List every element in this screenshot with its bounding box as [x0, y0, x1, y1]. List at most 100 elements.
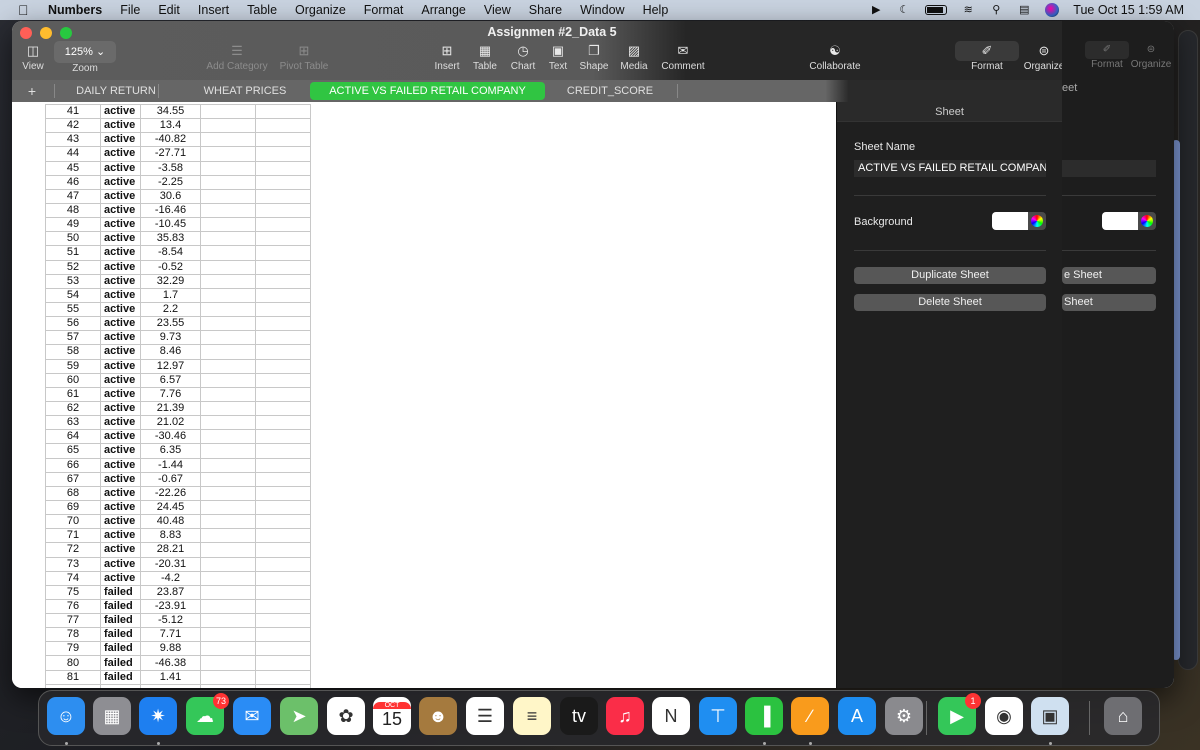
- row-id-cell[interactable]: 47: [45, 188, 101, 204]
- empty-cell[interactable]: [255, 542, 311, 558]
- return-value-cell[interactable]: -10.45: [140, 217, 201, 233]
- control-center-icon[interactable]: ▤: [1017, 3, 1031, 17]
- dock-preview-icon[interactable]: ▣: [1031, 697, 1069, 735]
- status-cell[interactable]: active: [100, 118, 141, 134]
- empty-cell[interactable]: [200, 655, 256, 671]
- row-id-cell[interactable]: 66: [45, 457, 101, 473]
- empty-cell[interactable]: [255, 570, 311, 586]
- dock-mail-icon[interactable]: ✉: [233, 697, 271, 735]
- return-value-cell[interactable]: 12.97: [140, 358, 201, 374]
- empty-cell[interactable]: [255, 132, 311, 148]
- empty-cell[interactable]: [255, 160, 311, 176]
- empty-cell[interactable]: [200, 231, 256, 247]
- zoom-select[interactable]: 125% ⌄: [54, 41, 116, 63]
- empty-cell[interactable]: [255, 457, 311, 473]
- return-value-cell[interactable]: 8.46: [140, 344, 201, 360]
- table-row[interactable]: 47 active 30.6: [45, 188, 311, 204]
- status-cell[interactable]: active: [100, 301, 141, 318]
- empty-cell[interactable]: [255, 415, 311, 431]
- table-row[interactable]: 61 active 7.76: [45, 386, 311, 402]
- chart-button[interactable]: ◷ Chart: [508, 41, 538, 72]
- status-cell[interactable]: active: [100, 570, 141, 586]
- add-category-button[interactable]: ☰ Add Category: [204, 41, 270, 72]
- tab-active-vs-failed-retail-company[interactable]: ACTIVE VS FAILED RETAIL COMPANY: [310, 82, 545, 100]
- color-wheel-icon[interactable]: [1031, 215, 1043, 227]
- return-value-cell[interactable]: 21.02: [140, 415, 201, 431]
- empty-cell[interactable]: [255, 584, 311, 600]
- status-cell[interactable]: active: [100, 174, 141, 190]
- table-row[interactable]: 55 active 2.2: [45, 301, 311, 318]
- status-cell[interactable]: active: [100, 542, 141, 558]
- empty-cell[interactable]: [255, 245, 311, 261]
- table-row[interactable]: 57 active 9.73: [45, 330, 311, 346]
- row-id-cell[interactable]: 75: [45, 584, 101, 600]
- table-row[interactable]: 66 active -1.44: [45, 457, 311, 473]
- table-row[interactable]: 69 active 24.45: [45, 499, 311, 516]
- dock-photos-icon[interactable]: ✿: [327, 697, 365, 735]
- table-row[interactable]: 59 active 12.97: [45, 358, 311, 374]
- row-id-cell[interactable]: 45: [45, 160, 101, 176]
- status-cell[interactable]: active: [100, 259, 141, 275]
- menu-format[interactable]: Format: [364, 3, 404, 17]
- empty-cell[interactable]: [200, 598, 256, 615]
- return-value-cell[interactable]: 30.6: [140, 188, 201, 204]
- dock-apple-tv-icon[interactable]: tv: [560, 697, 598, 735]
- status-cell[interactable]: active: [100, 103, 141, 120]
- row-id-cell[interactable]: 74: [45, 570, 101, 586]
- return-value-cell[interactable]: 6.35: [140, 443, 201, 459]
- return-value-cell[interactable]: -23.91: [140, 598, 201, 615]
- menu-organize[interactable]: Organize: [295, 3, 346, 17]
- dock-safari-icon[interactable]: ✷: [139, 697, 177, 735]
- menu-clock[interactable]: Tue Oct 15 1:59 AM: [1073, 3, 1184, 17]
- empty-cell[interactable]: [255, 598, 311, 615]
- data-table[interactable]: 41 active 34.55 42 active 13.4 43 active -40.82 4…: [45, 103, 311, 688]
- return-value-cell[interactable]: 8.83: [140, 528, 201, 544]
- empty-cell[interactable]: [200, 118, 256, 134]
- empty-cell[interactable]: [255, 231, 311, 247]
- row-id-cell[interactable]: 53: [45, 273, 101, 289]
- shape-button[interactable]: ❐ Shape: [578, 41, 610, 72]
- status-cell[interactable]: active: [100, 556, 141, 572]
- row-id-cell[interactable]: 48: [45, 202, 101, 219]
- table-row[interactable]: 49 active -10.45: [45, 217, 311, 233]
- empty-cell[interactable]: [200, 542, 256, 558]
- return-value-cell[interactable]: 23.55: [140, 316, 201, 332]
- empty-cell[interactable]: [255, 683, 311, 688]
- status-cell[interactable]: active: [100, 245, 141, 261]
- table-row[interactable]: 75 failed 23.87: [45, 584, 311, 600]
- empty-cell[interactable]: [255, 316, 311, 332]
- row-id-cell[interactable]: 49: [45, 217, 101, 233]
- empty-cell[interactable]: [45, 683, 101, 688]
- empty-cell[interactable]: [200, 188, 256, 204]
- empty-cell[interactable]: [255, 471, 311, 487]
- return-value-cell[interactable]: 2.2: [140, 301, 201, 318]
- empty-cell[interactable]: [140, 683, 201, 688]
- return-value-cell[interactable]: 24.45: [140, 499, 201, 516]
- empty-cell[interactable]: [255, 358, 311, 374]
- menu-arrange[interactable]: Arrange: [421, 3, 465, 17]
- comment-button[interactable]: ✉ Comment: [660, 41, 706, 72]
- format-button[interactable]: ✐ Format: [955, 41, 1019, 72]
- return-value-cell[interactable]: 32.29: [140, 273, 201, 289]
- empty-cell[interactable]: [255, 641, 311, 657]
- return-value-cell[interactable]: -20.31: [140, 556, 201, 572]
- empty-cell[interactable]: [200, 584, 256, 600]
- table-button[interactable]: ▦ Table: [471, 41, 499, 72]
- empty-cell[interactable]: [200, 160, 256, 176]
- row-id-cell[interactable]: 42: [45, 118, 101, 134]
- empty-cell[interactable]: [255, 330, 311, 346]
- menu-table[interactable]: Table: [247, 3, 277, 17]
- empty-cell[interactable]: [200, 202, 256, 219]
- empty-cell[interactable]: [255, 287, 311, 303]
- return-value-cell[interactable]: 9.73: [140, 330, 201, 346]
- screen-recording-icon[interactable]: ▶: [869, 3, 883, 17]
- status-cell[interactable]: failed: [100, 584, 141, 600]
- empty-cell[interactable]: [200, 259, 256, 275]
- row-id-cell[interactable]: 61: [45, 386, 101, 402]
- empty-cell[interactable]: [200, 641, 256, 657]
- empty-cell[interactable]: [200, 570, 256, 586]
- row-id-cell[interactable]: 67: [45, 471, 101, 487]
- table-row[interactable]: 50 active 35.83: [45, 231, 311, 247]
- empty-cell[interactable]: [255, 485, 311, 501]
- empty-cell[interactable]: [200, 330, 256, 346]
